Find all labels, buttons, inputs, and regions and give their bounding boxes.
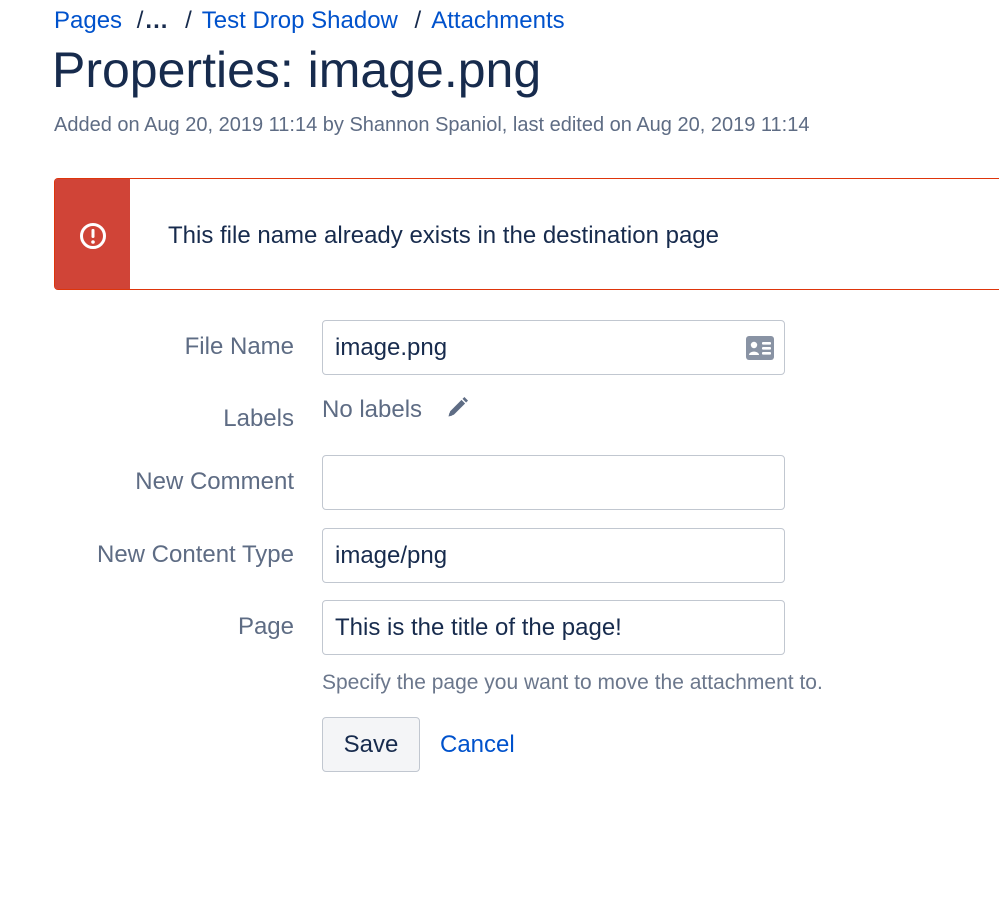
- cancel-link[interactable]: Cancel: [440, 729, 515, 761]
- page-help-text: Specify the page you want to move the at…: [322, 671, 823, 694]
- id-card-icon[interactable]: [745, 335, 775, 361]
- pencil-icon[interactable]: [446, 397, 468, 419]
- breadcrumb-attachments-link[interactable]: Attachments: [431, 7, 564, 34]
- breadcrumb-page-link[interactable]: Test Drop Shadow: [202, 7, 398, 34]
- breadcrumb-pages-link[interactable]: Pages: [54, 7, 122, 34]
- file-name-label: File Name: [184, 333, 294, 360]
- breadcrumb-ellipsis[interactable]: ...: [145, 7, 168, 34]
- file-name-input[interactable]: [322, 320, 785, 375]
- error-banner: This file name already exists in the des…: [54, 178, 999, 290]
- labels-value: No labels: [322, 396, 423, 423]
- attachment-properties-page: Pages /... / Test Drop Shadow / Attachment…: [0, 0, 999, 903]
- error-message: This file name already exists in the des…: [168, 222, 719, 249]
- page-label: Page: [237, 613, 294, 640]
- error-icon: [80, 223, 106, 249]
- new-comment-label: New Comment: [135, 468, 294, 495]
- labels-label: Labels: [223, 405, 294, 432]
- save-button[interactable]: Save: [322, 717, 420, 772]
- breadcrumb-separator: /: [136, 7, 144, 34]
- error-banner-stripe: [55, 179, 130, 289]
- page-input[interactable]: [322, 600, 785, 655]
- content-type-input[interactable]: [322, 528, 785, 583]
- new-comment-input[interactable]: [322, 455, 785, 510]
- breadcrumb: Pages /... / Test Drop Shadow / Attachment…: [54, 4, 565, 38]
- page-metadata: Added on Aug 20, 2019 11:14 by Shannon S…: [54, 114, 810, 136]
- page-title: Properties: image.png: [52, 42, 542, 98]
- breadcrumb-separator: /: [185, 7, 192, 34]
- new-content-type-label: New Content Type: [96, 541, 294, 568]
- breadcrumb-separator: /: [414, 7, 422, 34]
